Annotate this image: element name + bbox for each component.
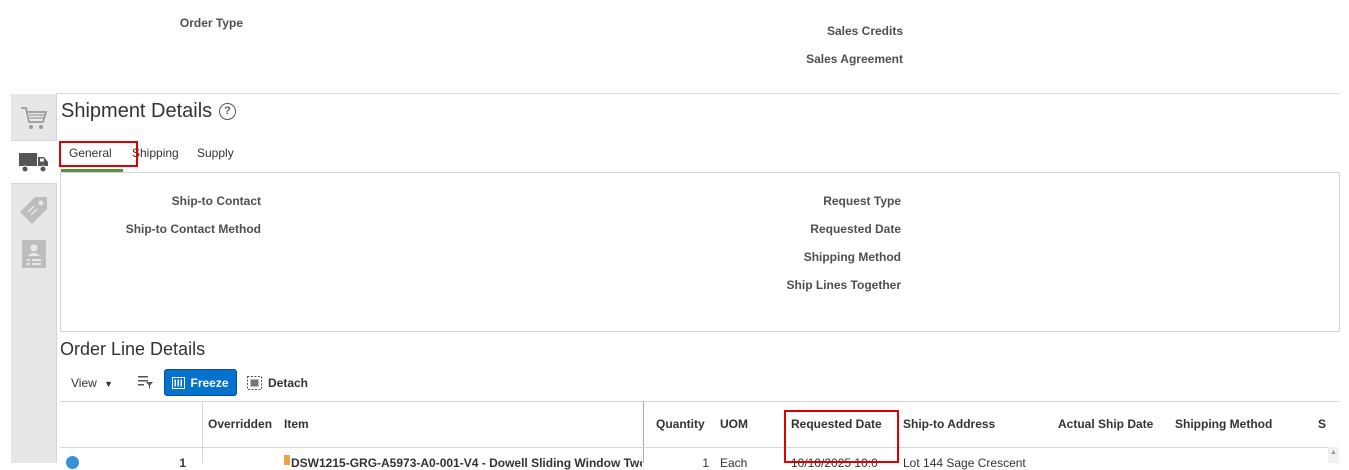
col-ship-to-address[interactable]: Ship-to Address [903, 417, 995, 431]
frozen-column-divider [643, 401, 644, 463]
ship-lines-together-label: Ship Lines Together [786, 278, 901, 292]
contact-card-icon [21, 240, 46, 268]
col-item[interactable]: Item [284, 417, 309, 431]
order-type-label: Order Type [179, 16, 243, 30]
price-tag-icon [19, 197, 47, 224]
help-icon[interactable]: ? [219, 103, 236, 120]
ship-to-address-cell: Lot 144 Sage Crescent [903, 456, 1026, 470]
col-quantity[interactable]: Quantity [656, 417, 705, 431]
rail-item-contact[interactable] [11, 233, 56, 275]
detach-button[interactable]: Detach [247, 376, 308, 390]
sales-credits-label: Sales Credits [826, 24, 903, 38]
header-row-divider [60, 447, 1328, 448]
tab-supply[interactable]: Supply [197, 146, 234, 160]
side-rail [11, 94, 57, 463]
freeze-button-label: Freeze [190, 375, 229, 390]
freeze-columns-icon [172, 376, 186, 389]
order-lines-table [60, 401, 1339, 464]
item-flag-icon [284, 455, 290, 465]
tab-shipping[interactable]: Shipping [132, 146, 179, 160]
rail-item-shipment[interactable] [11, 140, 57, 184]
requested-date-label: Requested Date [810, 222, 901, 236]
scroll-up-icon: ▲ [1330, 449, 1337, 456]
ship-to-contact-method-label: Ship-to Contact Method [125, 222, 261, 236]
cut-off-text [838, 0, 1058, 2]
highlight-general-tab [59, 141, 138, 167]
detach-icon [247, 376, 262, 390]
ship-to-contact-label: Ship-to Contact [171, 194, 261, 208]
sales-agreement-label: Sales Agreement [806, 52, 903, 66]
vertical-scrollbar[interactable]: ▲ [1328, 447, 1339, 463]
col-truncated[interactable]: S [1318, 417, 1326, 431]
quantity-cell: 1 [702, 456, 709, 470]
column-divider [202, 401, 203, 463]
order-line-details-title: Order Line Details [60, 339, 206, 359]
freeze-button[interactable]: Freeze [164, 369, 237, 396]
col-actual-ship-date[interactable]: Actual Ship Date [1058, 417, 1153, 431]
rail-item-pricing[interactable] [11, 189, 56, 231]
col-shipping-method[interactable]: Shipping Method [1175, 417, 1272, 431]
section-divider [56, 93, 1339, 94]
view-menu[interactable]: View ▼ [71, 376, 113, 390]
shopping-cart-icon [20, 107, 47, 129]
request-type-label: Request Type [823, 194, 901, 208]
filter-icon[interactable] [137, 374, 154, 395]
rail-item-cart[interactable] [11, 97, 56, 139]
highlight-requested-date [784, 410, 899, 463]
col-overridden[interactable]: Overridden [208, 417, 272, 431]
uom-cell: Each [720, 456, 748, 470]
detach-button-label: Detach [268, 376, 309, 390]
col-uom[interactable]: UOM [720, 417, 748, 431]
truck-icon [19, 153, 48, 173]
shipment-details-title: Shipment Details [61, 100, 213, 122]
view-menu-label: View [71, 376, 97, 390]
item-link[interactable]: DSW1215-GRG-A5973-A0-001-V4 - Dowell Sli… [291, 456, 642, 470]
line-number: 1 [179, 456, 186, 470]
chevron-down-icon: ▼ [104, 379, 114, 389]
shipping-method-label: Shipping Method [803, 250, 901, 264]
